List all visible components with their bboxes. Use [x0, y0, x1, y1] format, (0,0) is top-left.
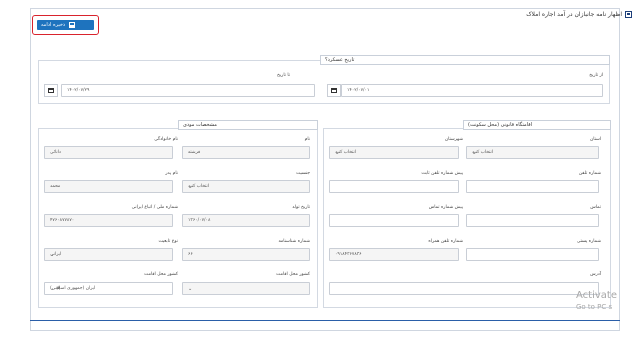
- save-button[interactable]: ذخیره ادامه: [37, 20, 94, 30]
- father-name-label: نام پدر: [165, 171, 178, 176]
- chevron-down-icon: ⌄: [335, 150, 340, 156]
- page-title: اظهار نامه جانبازان در آمد اجاره املاک: [526, 11, 632, 18]
- birth-country-label: کشور محل اقامت: [276, 272, 310, 277]
- calendar-icon: [331, 88, 337, 93]
- frame-bottom-bar: [30, 320, 620, 321]
- landline-label: شماره تلفن: [578, 171, 601, 176]
- from-date-value: ۱۴۰۲/۰۷/۰۱: [347, 88, 370, 93]
- gender-label: جنسیت: [296, 171, 310, 176]
- country-select[interactable]: ⌄ ✕ ایران (جمهوری اسلامی): [44, 282, 173, 295]
- city-label: شهرستان: [444, 137, 463, 142]
- birth-date-value: ۱۳۶۰/۰۷/۰۸: [188, 218, 211, 223]
- chevron-down-icon: ⌄: [50, 252, 55, 258]
- mobile-prefix-label: پیش شماره تماس: [428, 205, 463, 210]
- to-date-input[interactable]: ۱۴۰۲/۰۷/۲۹: [61, 84, 315, 97]
- country-label: کشور محل اقامت: [144, 272, 178, 277]
- last-name-value: دانائی: [50, 150, 61, 155]
- chevron-down-icon: ⌄: [188, 286, 193, 292]
- birth-date-label: تاریخ تولد: [292, 205, 310, 210]
- phone-value: ۰۹۱۸۴۳۶۷۸۳۶: [335, 252, 362, 257]
- to-date-calendar-button[interactable]: [44, 84, 58, 97]
- date-section-title: تاریخ عسکرد؟: [320, 55, 610, 65]
- page: اظهار نامه جانبازان در آمد اجاره املاک ذ…: [0, 0, 640, 341]
- first-name-value: فرشته: [188, 150, 201, 155]
- chevron-down-icon: ⌄: [472, 150, 477, 156]
- calendar-icon: [48, 88, 54, 93]
- father-name-value: محمد: [50, 184, 61, 189]
- first-name-input[interactable]: فرشته: [182, 146, 310, 159]
- last-name-input[interactable]: دانائی: [44, 146, 173, 159]
- to-date-value: ۱۴۰۲/۰۷/۲۹: [67, 88, 90, 93]
- address-input[interactable]: [329, 282, 599, 295]
- personal-section-title: مشخصات مودی: [178, 120, 318, 130]
- mobile-prefix-input[interactable]: [329, 214, 459, 227]
- page-title-text: اظهار نامه جانبازان در آمد اجاره املاک: [526, 11, 622, 18]
- area-code-input[interactable]: [329, 180, 459, 193]
- to-date-label: تا تاریخ: [276, 73, 290, 78]
- save-button-label: ذخیره ادامه: [41, 22, 66, 28]
- birth-date-input[interactable]: ۱۳۶۰/۰۷/۰۸: [182, 214, 310, 227]
- mobile-label: تماس: [590, 205, 601, 210]
- landline-input[interactable]: [466, 180, 599, 193]
- activation-watermark: Activate Go to PC s: [576, 290, 617, 312]
- mobile-input[interactable]: [466, 214, 599, 227]
- phone-input[interactable]: ۰۹۱۸۴۳۶۷۸۳۶: [329, 248, 459, 261]
- last-name-label: نام خانوادگی: [154, 137, 178, 142]
- first-name-label: نام: [304, 137, 310, 142]
- save-button-highlight: ذخیره ادامه: [32, 15, 99, 35]
- from-date-label: از تاریخ: [589, 73, 603, 78]
- address-section-title: اقامتگاه قانونی (محل سکونت): [463, 120, 611, 130]
- province-label: استان: [589, 137, 601, 142]
- phone-label: شماره تلفن همراه: [428, 239, 463, 244]
- from-date-input[interactable]: ۱۴۰۲/۰۷/۰۱: [341, 84, 603, 97]
- id-number-input[interactable]: ۶۶: [182, 248, 310, 261]
- chevron-down-icon: ⌄: [50, 286, 55, 292]
- postal-code-input[interactable]: [466, 248, 599, 261]
- citizenship-type-select[interactable]: ⌄ ایرانی: [44, 248, 173, 261]
- watermark-line2: Go to PC s: [576, 303, 613, 311]
- form-icon: [625, 11, 632, 18]
- father-name-input[interactable]: محمد: [44, 180, 173, 193]
- id-number-value: ۶۶: [188, 252, 193, 257]
- clear-icon[interactable]: ✕: [56, 286, 61, 292]
- floppy-disk-icon: [69, 22, 76, 28]
- national-id-label: شماره ملی / اتباع ایرانی: [131, 205, 178, 210]
- area-code-label: پیش شماره تلفن ثابت: [421, 171, 463, 176]
- chevron-down-icon: ⌄: [188, 184, 193, 190]
- city-select[interactable]: ⌄ انتخاب کنید: [329, 146, 459, 159]
- national-id-value: ۴۷۶۰۸۷۷۸۷۰: [50, 218, 75, 223]
- id-number-label: شماره شناسنامه: [278, 239, 310, 244]
- citizenship-type-label: نوع تابعیت: [158, 239, 178, 244]
- postal-code-label: شماره پستی: [576, 239, 601, 244]
- national-id-input[interactable]: ۴۷۶۰۸۷۷۸۷۰: [44, 214, 173, 227]
- birth-country-select[interactable]: ⌄: [182, 282, 310, 295]
- date-section: [38, 60, 610, 104]
- watermark-line1: Activate: [576, 290, 617, 301]
- from-date-calendar-button[interactable]: [327, 84, 341, 97]
- gender-select[interactable]: ⌄ انتخاب کنید: [182, 180, 310, 193]
- address-label: آدرس: [590, 272, 601, 277]
- province-select[interactable]: ⌄ انتخاب کنید: [466, 146, 599, 159]
